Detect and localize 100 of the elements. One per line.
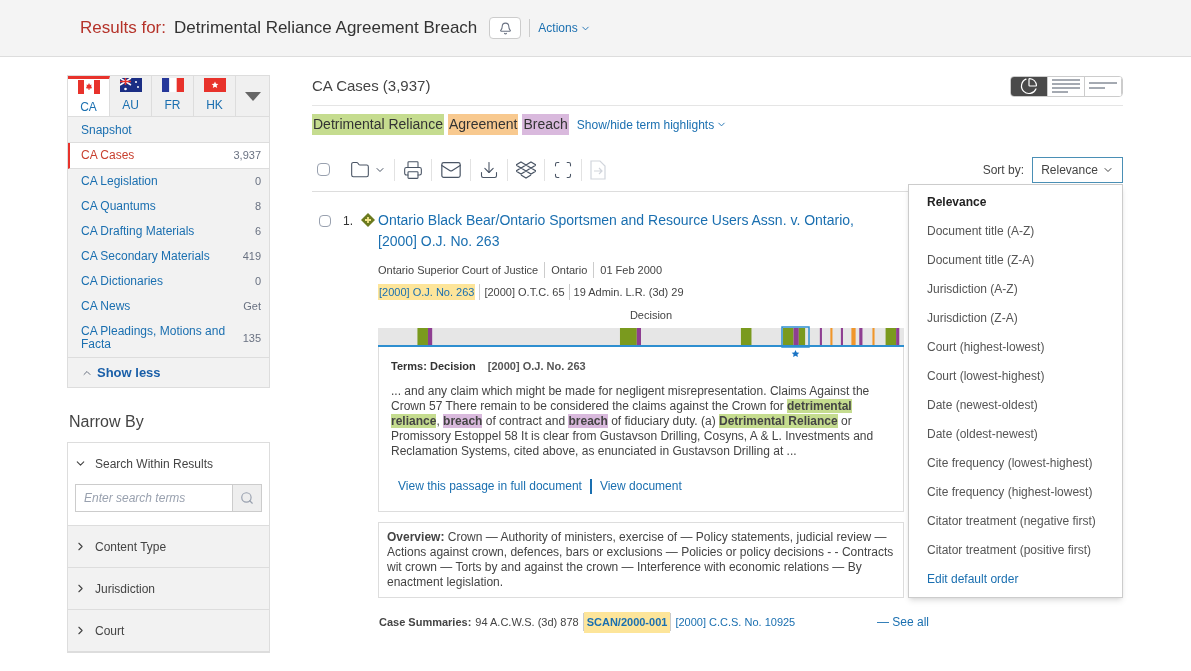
show-less-button[interactable]: Show less: [81, 362, 161, 383]
content-type-item[interactable]: CA Drafting Materials 6: [68, 219, 269, 244]
flag-icon: [77, 79, 100, 94]
brief-view-icon: [1089, 82, 1117, 90]
view-document-link[interactable]: View document: [599, 477, 682, 495]
open-box-icon: [516, 160, 536, 179]
sort-option[interactable]: Date (newest-oldest): [927, 390, 1104, 420]
sort-option[interactable]: Cite frequency (highest-lowest): [927, 477, 1104, 507]
content-type-label: CA Legislation: [81, 175, 159, 188]
search-icon: [240, 491, 254, 505]
content-type-count: 3,937: [233, 149, 261, 162]
search-query: Detrimental Reliance Agreement Breach: [174, 17, 478, 40]
alert-button[interactable]: [489, 17, 522, 39]
snapshot-link[interactable]: Snapshot: [81, 120, 132, 139]
sort-option[interactable]: Relevance: [927, 187, 1104, 217]
sort-option[interactable]: Court (highest-lowest): [927, 332, 1104, 362]
case-summary-link[interactable]: [2000] C.C.S. No. 10925: [671, 614, 800, 631]
results-title: CA Cases (3,937): [312, 75, 431, 96]
content-type-count: 0: [254, 275, 261, 288]
content-type-item[interactable]: CA Dictionaries 0: [68, 269, 269, 294]
flag-icon: [203, 78, 226, 92]
sort-option[interactable]: Court (lowest-highest): [927, 361, 1104, 391]
sort-option[interactable]: Jurisdiction (A-Z): [927, 274, 1104, 304]
citation: [2000] O.J. No. 263: [378, 283, 476, 300]
content-type-label: CA Pleadings, Motions and Facta: [81, 325, 227, 351]
filter-section-header[interactable]: Jurisdiction: [68, 568, 269, 609]
search-term-highlight: Agreement: [447, 114, 519, 135]
sort-option[interactable]: Jurisdiction (Z-A): [927, 303, 1104, 333]
flag-icon: [161, 78, 184, 92]
select-all-checkbox[interactable]: [317, 163, 330, 176]
printer-icon: [403, 159, 423, 180]
content-type-label: CA Secondary Materials: [81, 250, 211, 263]
content-type-label: CA Quantums: [81, 200, 157, 213]
content-type-count: 8: [254, 200, 261, 213]
filter-section-header[interactable]: Content Type: [68, 526, 269, 567]
content-type-item[interactable]: CA Secondary Materials 419: [68, 244, 269, 269]
content-type-count: 419: [242, 250, 261, 263]
term-highlights-toggle[interactable]: Show/hide term highlights: [576, 115, 728, 134]
passage-snippet: ... and any claim which might be made for negligent misrepresentation. Claims Against the Crown 57 There remain to be considered the claims against the Crown for detrimental reliance, breach of contract and breach of fiduciary duty. (a) Detrimental Reliance or Promissory Estoppel 58 It is clear from Gustavson Drilling, Cosyns, A & L. Investments and Reclamation Systems, cited above, as enunciated in Gustavson Drilling at ...: [391, 384, 875, 459]
result-meta: Ontario Superior Court of Justice: [378, 263, 539, 278]
passage-terms-label: Terms: Decision: [391, 358, 476, 374]
overview-text: Overview: Crown — Authority of ministers, exercise of — Policy statements, judicial review — Actions against crown, defences, bars or exclusions — Policies or policy decisions - - Contracts wit crown — Torts by and against the crown — Interference with economic relations — By enactment legislation.: [378, 522, 904, 598]
content-type-label: CA Drafting Materials: [81, 225, 196, 238]
case-summaries-label: Case Summaries:: [379, 615, 472, 630]
result-meta: 01 Feb 2000: [600, 263, 663, 278]
passage-citation: [2000] O.J. No. 263: [487, 358, 586, 374]
result-meta: Ontario: [551, 263, 588, 278]
bell-icon: [498, 21, 512, 35]
content-type-count: 0: [254, 175, 261, 188]
content-type-count: 6: [254, 225, 261, 238]
diamond-plus-icon: [361, 213, 375, 227]
sort-option[interactable]: Citator treatment (negative first): [927, 506, 1104, 536]
content-type-item[interactable]: CA Legislation 0: [68, 169, 269, 194]
results-label: Results for:: [80, 17, 166, 40]
content-type-label: CA Cases: [81, 149, 136, 162]
content-type-item[interactable]: CA Cases 3,937: [68, 143, 269, 169]
edit-default-order-link[interactable]: Edit default order: [927, 564, 1104, 594]
result-number: 1.: [343, 213, 353, 230]
citation: [2000] O.T.C. 65: [484, 284, 565, 300]
search-term-highlight: Breach: [522, 114, 569, 135]
sort-option[interactable]: Date (oldest-newest): [927, 419, 1104, 449]
see-all-link[interactable]: — See all: [876, 613, 929, 632]
view-toggle-button[interactable]: [1011, 76, 1048, 96]
frame-icon: [553, 159, 573, 180]
caret-down-icon: [244, 91, 261, 101]
filter-section-header[interactable]: Court: [68, 610, 269, 651]
chart-view-icon: [1020, 77, 1038, 95]
timeline-label: Decision: [628, 308, 674, 323]
narrow-by-title: Narrow By: [68, 412, 145, 432]
country-tab[interactable]: FR: [152, 76, 194, 116]
full-view-icon: [1052, 79, 1080, 93]
search-term-highlight: Detrimental Reliance: [312, 114, 444, 135]
content-type-label: CA Dictionaries: [81, 275, 165, 288]
view-passage-link[interactable]: View this passage in full document: [398, 477, 582, 495]
sort-option[interactable]: Document title (Z-A): [927, 245, 1104, 275]
result-checkbox[interactable]: [319, 215, 331, 227]
content-type-count: 135: [242, 331, 261, 345]
case-summary-citation: SCAN/2000-001: [583, 612, 671, 633]
sort-option[interactable]: Citator treatment (positive first): [927, 535, 1104, 565]
content-type-count: Get: [243, 300, 261, 313]
download-icon: [479, 159, 499, 180]
folder-icon: [350, 159, 370, 180]
sort-option[interactable]: Document title (A-Z): [927, 216, 1104, 246]
content-type-item[interactable]: CA Quantums 8: [68, 194, 269, 219]
actions-menu[interactable]: Actions: [538, 19, 591, 37]
sort-option[interactable]: Cite frequency (lowest-highest): [927, 448, 1104, 478]
search-within-field[interactable]: Enter search terms: [75, 484, 233, 512]
filter-section-header[interactable]: Search Within Results: [68, 443, 269, 484]
result-title-link[interactable]: Ontario Black Bear/Ontario Sportsmen and Resource Users Assn. v. Ontario, [2000] O.J. No. 263: [378, 210, 854, 252]
country-tab[interactable]: CA: [68, 76, 110, 116]
file-arrow-icon: [590, 159, 606, 180]
content-type-label: CA News: [81, 300, 132, 313]
citation: 19 Admin. L.R. (3d) 29: [573, 284, 684, 300]
content-type-item[interactable]: CA Pleadings, Motions and Facta 135: [68, 319, 269, 357]
flag-icon: [119, 78, 142, 92]
sort-select[interactable]: Relevance: [1032, 156, 1123, 183]
country-tab[interactable]: AU: [110, 76, 152, 116]
country-tab[interactable]: HK: [194, 76, 236, 116]
content-type-item[interactable]: CA News Get: [68, 294, 269, 319]
case-summary-citation: 94 A.C.W.S. (3d) 878: [475, 615, 580, 630]
